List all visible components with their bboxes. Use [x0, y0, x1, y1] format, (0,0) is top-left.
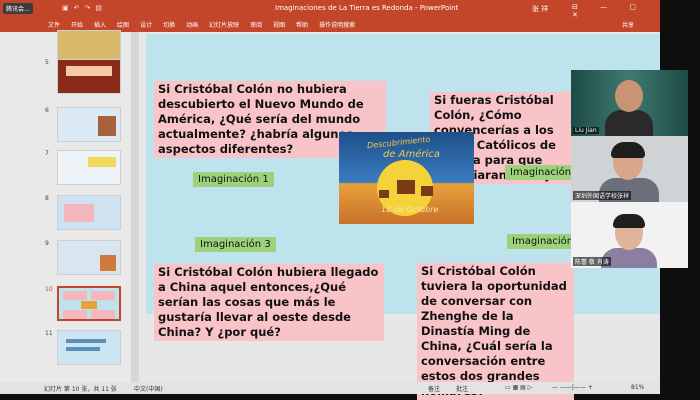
participant-name: 深圳外国语学校张祥: [573, 191, 632, 200]
meeting-indicator[interactable]: 腾讯会...: [3, 3, 33, 14]
video-tile[interactable]: Liu Jian: [571, 70, 688, 136]
ribbon-tab-list: 文件 开始 插入 绘图 设计 切换 动画 幻灯片放映 审阅 视图 帮助 操作说明…: [48, 20, 355, 29]
slide-number: 11: [45, 330, 53, 337]
tab-animations[interactable]: 动画: [186, 20, 198, 29]
participant-hair: [611, 142, 645, 158]
tell-me-search[interactable]: 操作说明搜索: [319, 20, 355, 29]
question-box-4[interactable]: Si Cristóbal Colón tuviera la oportunida…: [417, 263, 574, 400]
title-bar: 腾讯会... ▣↶↷▤ Imaginaciones de La Tierra e…: [0, 0, 660, 19]
slide-thumbnail[interactable]: [57, 59, 121, 94]
poster-ship: [397, 180, 415, 194]
imagination-label-2[interactable]: Imaginación 2: [505, 165, 574, 180]
status-bar: 幻灯片 第 10 张，共 11 张 中文(中国) 备注 批注 ▭ ▦ ▤ ▷ —…: [0, 382, 660, 394]
poster-ship: [379, 190, 389, 198]
tab-home[interactable]: 开始: [71, 20, 83, 29]
powerpoint-window: 腾讯会... ▣↶↷▤ Imaginaciones de La Tierra e…: [0, 0, 700, 400]
tab-insert[interactable]: 插入: [94, 20, 106, 29]
tab-view[interactable]: 视图: [273, 20, 285, 29]
slide-thumbnail[interactable]: [57, 330, 121, 365]
slide-number: 5: [45, 59, 49, 66]
question-box-3[interactable]: Si Cristóbal Colón hubiera llegado a Chi…: [154, 264, 384, 341]
tab-design[interactable]: 设计: [140, 20, 152, 29]
tab-slideshow[interactable]: 幻灯片放映: [209, 20, 239, 29]
user-name[interactable]: 张 祥: [532, 4, 548, 14]
poster-title-line-2: de América: [383, 149, 440, 160]
language-indicator[interactable]: 中文(中国): [134, 384, 163, 393]
tab-draw[interactable]: 绘图: [117, 20, 129, 29]
slide-thumbnail-selected[interactable]: [57, 286, 121, 321]
video-tile-active-speaker[interactable]: 深圳外国语学校张祥: [571, 136, 688, 202]
tab-transitions[interactable]: 切换: [163, 20, 175, 29]
participant-name: Liu Jian: [573, 127, 599, 134]
poster-date: 12 de Octubre: [381, 205, 439, 214]
thumbnail-scrollbar[interactable]: [131, 32, 139, 382]
share-button[interactable]: 共享: [622, 20, 634, 29]
tab-help[interactable]: 帮助: [296, 20, 308, 29]
participant-name: 陈蕾 敬 肖涛: [573, 257, 611, 266]
imagination-label-3[interactable]: Imaginación 3: [195, 237, 276, 252]
comments-button[interactable]: 批注: [456, 384, 468, 393]
slide-number: 6: [45, 107, 49, 114]
slide-canvas: Si Cristóbal Colón no hubiera descubiert…: [146, 34, 574, 400]
slide-thumbnail[interactable]: [57, 195, 121, 230]
slide-number: 8: [45, 195, 49, 202]
zoom-slider[interactable]: — ——|—— +: [552, 384, 593, 391]
slide-number: 9: [45, 240, 49, 247]
poster-ship: [421, 186, 433, 196]
slide-thumbnail[interactable]: [57, 107, 121, 142]
imagination-label-1[interactable]: Imaginación 1: [193, 172, 274, 187]
video-tile[interactable]: 陈蕾 敬 肖涛: [571, 202, 688, 268]
tab-file[interactable]: 文件: [48, 20, 60, 29]
tab-review[interactable]: 审阅: [250, 20, 262, 29]
slide-number: 7: [45, 150, 49, 157]
imagination-label-4[interactable]: Imaginación 4: [507, 234, 574, 249]
notes-button[interactable]: 备注: [428, 384, 440, 393]
participant-face: [615, 80, 643, 112]
slide-number: 10: [45, 286, 53, 293]
participant-body: [605, 110, 653, 136]
slide-thumbnail[interactable]: [57, 150, 121, 185]
slide-counter: 幻灯片 第 10 张，共 11 张: [44, 386, 117, 393]
zoom-level[interactable]: 81%: [631, 384, 644, 391]
quick-access-toolbar[interactable]: ▣↶↷▤: [62, 4, 107, 12]
slide-thumbnail[interactable]: [57, 240, 121, 275]
discovery-poster-image: Descubrimiento de América 12 de Octubre: [339, 132, 474, 224]
participant-hair: [613, 214, 645, 228]
view-buttons[interactable]: ▭ ▦ ▤ ▷: [505, 384, 532, 391]
document-title: Imaginaciones de La Tierra es Redonda - …: [275, 4, 459, 12]
slide-thumbnail-pane: 5 6 7 8 9 10 11: [0, 30, 130, 382]
